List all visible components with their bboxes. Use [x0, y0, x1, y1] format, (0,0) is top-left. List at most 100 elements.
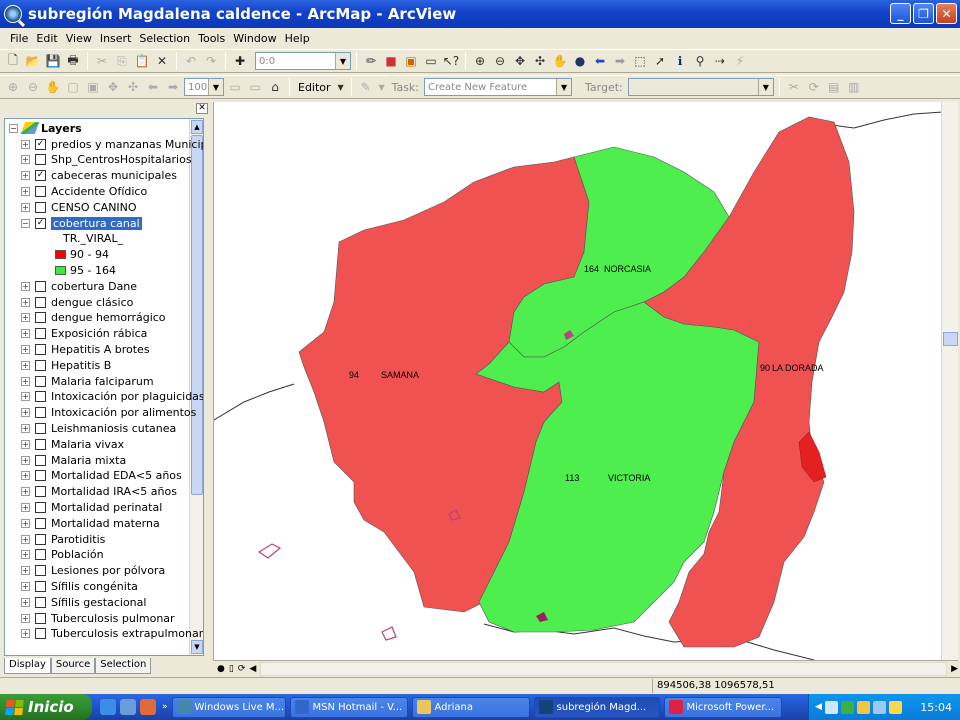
layer-visibility-checkbox[interactable] — [35, 407, 46, 419]
layer-row[interactable]: + dengue hemorrágico — [21, 310, 166, 326]
legend-item[interactable]: 90 - 94 — [55, 247, 109, 263]
layer-visibility-checkbox[interactable] — [35, 185, 46, 197]
layer-visibility-checkbox[interactable] — [35, 454, 46, 466]
outlook-icon[interactable] — [140, 699, 156, 715]
close-button[interactable]: ✕ — [936, 3, 957, 24]
layer-visibility-checkbox[interactable] — [35, 565, 46, 577]
new-document-icon[interactable]: 🗋 — [4, 52, 22, 70]
tray-expand-icon[interactable]: ◀ — [815, 702, 822, 712]
expand-icon[interactable]: + — [21, 297, 30, 307]
layer-row[interactable]: + Hepatitis A brotes — [21, 341, 150, 357]
map-display[interactable]: 164 NORCASIA 94 SAMANA 90 LA DORADA 113 … — [213, 102, 941, 660]
chevron-down-icon[interactable]: ▼ — [208, 79, 223, 95]
whats-this-icon[interactable]: ↖? — [442, 52, 460, 70]
menu-help[interactable]: Help — [281, 32, 314, 45]
copy-icon[interactable]: ⎘ — [113, 52, 131, 70]
volume-icon[interactable] — [872, 700, 886, 714]
expand-icon[interactable]: + — [21, 471, 30, 481]
layer-row[interactable]: + Intoxicación por plaguicidas — [21, 389, 203, 405]
expand-icon[interactable]: + — [21, 281, 30, 291]
layer-row[interactable]: + cobertura Dane — [21, 278, 137, 294]
toc-scrollbar[interactable]: ▲ ▼ — [189, 119, 203, 655]
layer-visibility-checkbox[interactable] — [35, 612, 46, 624]
data-view-icon[interactable]: ● — [217, 664, 225, 674]
expand-icon[interactable]: + — [21, 566, 30, 576]
select-features-icon[interactable]: ⬚ — [631, 52, 649, 70]
layer-row[interactable]: + Mortalidad materna — [21, 515, 160, 531]
layer-row[interactable]: + Mortalidad perinatal — [21, 499, 162, 515]
layer-visibility-checkbox[interactable]: ✓ — [35, 217, 46, 229]
expand-icon[interactable]: + — [21, 487, 30, 497]
expand-icon[interactable]: + — [21, 534, 30, 544]
focus-data-frame-icon[interactable]: ▭ — [246, 78, 264, 96]
expand-icon[interactable]: + — [21, 186, 30, 196]
legend-swatch[interactable] — [55, 250, 66, 260]
expand-icon[interactable]: + — [21, 613, 30, 623]
layer-visibility-checkbox[interactable] — [35, 501, 46, 513]
layout-forward-icon[interactable]: ➡ — [164, 78, 182, 96]
chevron-down-icon[interactable]: ▼ — [757, 79, 773, 95]
layer-row[interactable]: + dengue clásico — [21, 294, 133, 310]
arcmap-app-icon[interactable] — [4, 5, 22, 23]
menu-insert[interactable]: Insert — [96, 32, 136, 45]
layer-visibility-checkbox[interactable] — [35, 628, 46, 640]
layer-row[interactable]: + Población — [21, 547, 104, 563]
forward-extent-icon[interactable]: ➡ — [611, 52, 629, 70]
layer-visibility-checkbox[interactable] — [35, 438, 46, 450]
minimize-button[interactable]: _ — [890, 3, 911, 24]
back-extent-icon[interactable]: ⬅ — [591, 52, 609, 70]
legend-swatch[interactable] — [55, 265, 66, 275]
expand-icon[interactable]: + — [21, 423, 30, 433]
expand-icon[interactable]: + — [21, 329, 30, 339]
taskbar-button[interactable]: Adriana — [411, 696, 530, 718]
attributes-icon[interactable]: ▤ — [825, 78, 843, 96]
expand-icon[interactable]: + — [21, 313, 30, 323]
layer-visibility-checkbox[interactable] — [35, 154, 46, 166]
layer-row[interactable]: + Parotiditis — [21, 531, 105, 547]
legend-item[interactable]: 95 - 164 — [55, 262, 116, 278]
tab-source[interactable]: Source — [50, 658, 96, 674]
layer-row[interactable]: + Accidente Ofídico — [21, 183, 147, 199]
layer-row[interactable]: + Leishmaniosis cutanea — [21, 420, 176, 436]
expand-icon[interactable]: + — [21, 518, 30, 528]
zoom-percent-combo[interactable]: 100 ▼ — [184, 78, 224, 96]
layer-row[interactable]: + Lesiones por pólvora — [21, 563, 165, 579]
paste-icon[interactable]: 📋 — [133, 52, 151, 70]
arctoolbox-icon[interactable]: ■ — [382, 52, 400, 70]
layer-row[interactable]: + Mortalidad EDA<5 años — [21, 468, 182, 484]
zoom-whole-page-icon[interactable]: ▢ — [64, 78, 82, 96]
zoom-100-icon[interactable]: ▣ — [84, 78, 102, 96]
quick-launch-expand-icon[interactable]: » — [162, 702, 168, 712]
layer-visibility-checkbox[interactable]: ✓ — [35, 138, 46, 150]
collapse-icon[interactable]: − — [9, 123, 18, 133]
expand-icon[interactable]: + — [21, 439, 30, 449]
expand-icon[interactable]: + — [21, 360, 30, 370]
expand-icon[interactable]: + — [21, 550, 30, 560]
editor-toolbar-icon[interactable]: ✏ — [362, 52, 380, 70]
identify-icon[interactable]: ℹ — [671, 52, 689, 70]
layer-row[interactable]: − ✓ cobertura canal — [21, 215, 142, 231]
delete-icon[interactable]: ✕ — [153, 52, 171, 70]
target-combo[interactable]: ▼ — [627, 78, 774, 96]
taskbar-button[interactable]: Microsoft Power... — [663, 696, 782, 718]
taskbar-button[interactable]: subregión Magd... — [533, 696, 660, 718]
show-desktop-icon[interactable] — [120, 699, 136, 715]
chevron-down-icon[interactable]: ▼ — [336, 78, 346, 96]
layer-visibility-checkbox[interactable] — [35, 375, 46, 387]
layout-zoom-in-icon[interactable]: ⊕ — [4, 78, 22, 96]
expand-icon[interactable]: + — [21, 155, 30, 165]
layer-row[interactable]: + Shp_CentrosHospitalarios — [21, 152, 192, 168]
expand-icon[interactable]: + — [21, 376, 30, 386]
expand-icon[interactable]: + — [21, 455, 30, 465]
expand-icon[interactable]: + — [21, 202, 30, 212]
layout-fixed-zoom-out-icon[interactable]: ✣ — [124, 78, 142, 96]
expand-icon[interactable]: + — [21, 344, 30, 354]
close-icon[interactable]: ✕ — [196, 103, 208, 114]
expand-icon[interactable]: + — [21, 139, 30, 149]
scroll-thumb[interactable] — [943, 332, 958, 346]
layer-visibility-checkbox[interactable] — [35, 486, 46, 498]
network-icon[interactable] — [824, 700, 838, 714]
layers-root[interactable]: − Layers — [9, 120, 82, 136]
expand-icon[interactable]: + — [21, 597, 30, 607]
open-folder-icon[interactable]: 📂 — [24, 52, 42, 70]
